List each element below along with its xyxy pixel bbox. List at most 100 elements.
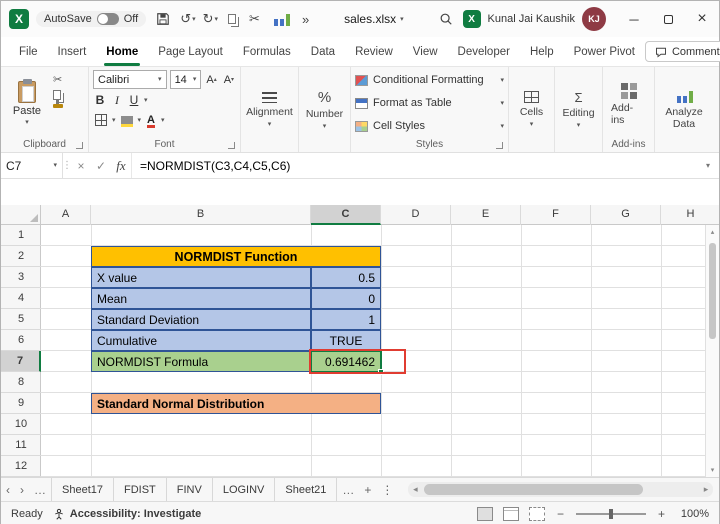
vertical-scrollbar[interactable]: ▴ ▾ [705,225,719,477]
tab-page-layout[interactable]: Page Layout [148,37,233,66]
chevron-down-icon[interactable]: ▾ [144,97,148,104]
formula-input[interactable]: =NORMDIST(C3,C4,C5,C6) [131,153,697,178]
formula-bar-expand-button[interactable]: ▾ [697,153,719,178]
sheet-overflow-right-icon[interactable]: … [337,478,359,501]
tab-home[interactable]: Home [96,37,148,66]
decrease-font-size-button[interactable]: A ▾ [222,71,236,89]
zoom-slider[interactable] [575,508,646,519]
tab-help[interactable]: Help [520,37,564,66]
font-dialog-launcher-icon[interactable] [228,142,235,149]
document-title[interactable]: sales.xlsx ▾ [336,9,412,29]
accessibility-status[interactable]: Accessibility: Investigate [53,508,201,520]
autosave-toggle[interactable]: AutoSave Off [36,11,147,27]
tab-review[interactable]: Review [345,37,403,66]
styles-dialog-launcher-icon[interactable] [496,142,503,149]
horizontal-scrollbar[interactable]: ◂ ▸ [408,482,713,497]
autosave-switch-icon[interactable] [96,13,119,25]
increase-font-size-button[interactable]: A ▴ [204,71,218,89]
tab-insert[interactable]: Insert [48,37,97,66]
scroll-down-icon[interactable]: ▾ [706,463,719,477]
editing-group-button[interactable]: Σ Editing ▾ [555,67,603,152]
more-commands-button[interactable]: » [299,10,312,29]
name-box-splitter[interactable]: ⋮ [62,153,72,178]
chevron-down-icon[interactable]: ▾ [25,119,29,126]
font-name-select[interactable]: Calibri ▾ [93,70,167,89]
status-ready[interactable]: Ready [11,508,43,520]
tab-view[interactable]: View [403,37,448,66]
conditional-formatting-button[interactable]: Conditional Formatting ▾ [355,71,504,89]
cell-B5[interactable]: Standard Deviation [91,309,311,330]
chevron-down-icon[interactable]: ▾ [112,117,116,124]
tab-developer[interactable]: Developer [448,37,520,66]
addins-button[interactable]: Add-ins [607,70,650,137]
chevron-down-icon[interactable]: ▾ [138,117,142,124]
redo-button[interactable]: ↻ ▾ [203,11,218,27]
cell-C7[interactable]: 0.691462 [311,351,381,372]
chart-qat-button[interactable] [270,10,292,28]
page-break-view-button[interactable] [528,506,545,521]
page-layout-view-button[interactable] [502,506,519,521]
font-color-button[interactable]: A [144,111,158,129]
sheet-tab-sheet21[interactable]: Sheet21 [275,478,338,501]
chevron-down-icon[interactable]: ▾ [192,16,196,23]
cell-C6[interactable]: TRUE [311,330,381,351]
minimize-button[interactable]: ─ [617,1,651,37]
insert-function-button[interactable]: fx [111,153,131,178]
zoom-level[interactable]: 100% [677,508,709,520]
undo-button[interactable]: ↺ ▾ [180,11,195,27]
save-button[interactable] [153,10,173,28]
cut-qat-button[interactable]: ✂ [246,9,263,29]
italic-button[interactable]: I [110,91,124,109]
scroll-up-icon[interactable]: ▴ [706,225,719,239]
add-sheet-button[interactable]: + [359,478,376,501]
tab-data[interactable]: Data [301,37,345,66]
zoom-out-button[interactable]: − [555,507,566,521]
user-name[interactable]: Kunal Jai Kaushik [488,13,575,25]
maximize-button[interactable] [651,1,685,37]
cell-C5[interactable]: 1 [311,309,381,330]
cell-B9[interactable]: Standard Normal Distribution [91,393,381,414]
sheet-tab-finv[interactable]: FINV [166,478,213,501]
fill-handle[interactable] [378,369,384,375]
tab-file[interactable]: File [9,37,48,66]
cell-C3[interactable]: 0.5 [311,267,381,288]
analyze-data-button[interactable]: Analyze Data [655,67,713,152]
name-box[interactable]: C7 ▾ [1,153,63,178]
sheet-tab-loginv[interactable]: LOGINV [212,478,276,501]
sheet-menu-icon[interactable]: ⋮ [376,478,398,501]
enter-button[interactable]: ✓ [91,153,111,178]
font-size-select[interactable]: 14 ▾ [169,70,202,89]
tab-power-pivot[interactable]: Power Pivot [564,37,645,66]
chevron-down-icon[interactable]: ▾ [158,76,162,83]
cells-group-button[interactable]: Cells ▾ [509,67,555,152]
user-avatar[interactable]: KJ [582,7,606,31]
hscroll-left-icon[interactable]: ◂ [408,484,422,495]
cell-B6[interactable]: Cumulative [91,330,311,351]
format-painter-button[interactable] [53,99,63,108]
vscroll-thumb[interactable] [709,243,716,339]
sheet-tab-sheet17[interactable]: Sheet17 [51,478,114,501]
cell-B7[interactable]: NORMDIST Formula [91,351,311,372]
cut-button[interactable]: ✂ [53,73,63,86]
sheet-overflow-left-icon[interactable]: … [29,478,51,501]
sheet-next-icon[interactable]: › [15,478,29,501]
number-group-button[interactable]: % Number ▾ [299,67,351,152]
office-badge-icon[interactable]: X [462,10,481,28]
select-all-corner[interactable] [1,205,41,225]
cell-C4[interactable]: 0 [311,288,381,309]
bold-button[interactable]: B [93,91,107,109]
search-button[interactable] [436,10,456,28]
underline-button[interactable]: U [127,91,141,109]
hscroll-right-icon[interactable]: ▸ [699,484,713,495]
chevron-down-icon[interactable]: ▾ [400,16,404,23]
fill-color-button[interactable] [119,111,135,129]
tab-formulas[interactable]: Formulas [233,37,301,66]
comments-button[interactable]: Comments [644,41,720,62]
zoom-in-button[interactable]: + [656,507,667,521]
alignment-group-button[interactable]: Alignment ▾ [241,67,299,152]
chevron-down-icon[interactable]: ▾ [53,162,57,169]
normal-view-button[interactable] [476,506,493,521]
close-button[interactable]: × [685,1,719,37]
format-as-table-button[interactable]: Format as Table ▾ [355,94,504,112]
borders-button[interactable] [93,111,109,129]
